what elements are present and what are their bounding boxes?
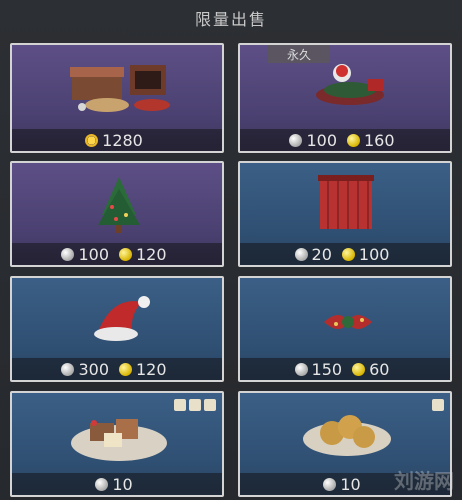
silver-apple-icon [61,362,75,376]
silver-apple-icon [61,247,75,261]
santa-hat-illustration [94,296,150,341]
price-amount: 100 [358,244,390,264]
shop-item-card[interactable]: 20 100 [238,161,452,267]
price-amount: 150 [311,359,343,379]
gold-apple-icon [119,362,132,376]
gold-apple-icon [341,247,355,261]
furniture-set-illustration [70,65,170,112]
gold-apple-icon [352,362,366,376]
shop-item-card[interactable]: 300 120 [10,276,224,382]
gold-apple-icon [119,247,132,261]
price-bar: 10 [12,473,222,495]
price-amount: 160 [364,130,395,150]
price-amount: 60 [369,359,390,379]
price-amount: 100 [306,130,337,150]
price-amount: 120 [136,359,167,379]
decor-bundle-illustration [316,64,384,105]
red-curtain-illustration [318,175,374,229]
price-bar: 20 100 [240,243,450,265]
cake-plate-illustration [71,419,167,461]
price-amount: 100 [78,244,109,264]
shop-item-card[interactable]: 100 120 [10,161,224,267]
price-bar: 100 160 [240,129,450,151]
watermark-logo: 刘游网 [394,469,454,493]
price-amount: 1280 [102,130,143,150]
shop-item-card[interactable]: 1280 [10,43,224,153]
silver-apple-icon [323,477,337,491]
gold-apple-icon [347,133,360,147]
silver-apple-icon [289,133,303,147]
price-amount: 10 [112,474,133,494]
christmas-tree-illustration [98,177,140,233]
price-bar: 1280 [12,129,222,151]
silver-apple-icon [294,362,308,376]
page-title: 限量出售 [194,10,267,29]
silver-apple-icon [95,477,109,491]
shop-item-card[interactable]: 150 60 [238,276,452,382]
price-amount: 20 [311,244,332,264]
price-bar: 300 120 [12,358,222,380]
bow-ribbon-illustration [324,315,372,329]
shop-item-card[interactable]: 10 [10,391,224,497]
price-bar: 150 60 [240,358,450,380]
price-amount: 10 [340,474,361,494]
price-amount: 300 [78,359,109,379]
silver-apple-icon [294,247,308,261]
price-bar: 100 120 [12,243,222,265]
price-amount: 120 [136,244,167,264]
sun-coin-icon [85,133,99,147]
shop-item-card[interactable]: 永久 100 160 [238,43,452,153]
